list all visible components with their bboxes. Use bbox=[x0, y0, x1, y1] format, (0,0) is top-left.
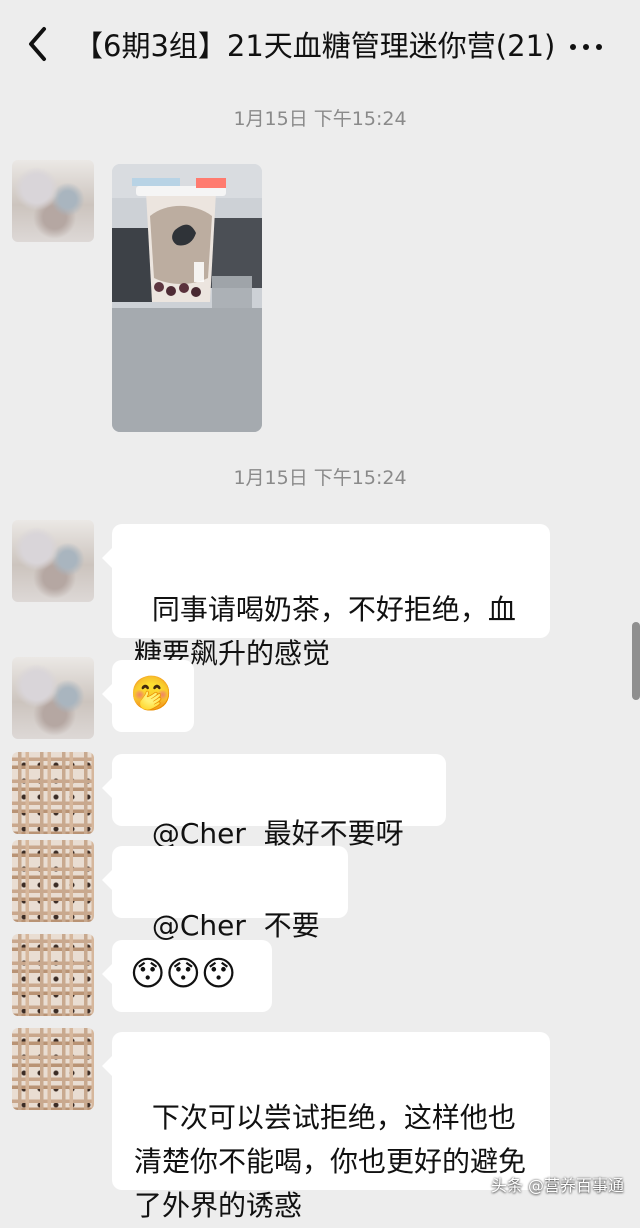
more-icon bbox=[583, 44, 589, 50]
back-arrow-icon bbox=[26, 25, 50, 67]
message-text: 下次可以尝试拒绝，这样他也清楚你不能喝，你也更好的避免了外界的诱惑 bbox=[134, 1101, 527, 1222]
chat-scrollbar[interactable] bbox=[632, 622, 640, 700]
avatar[interactable] bbox=[12, 520, 94, 602]
message-timestamp: 1月15日 下午15:24 bbox=[233, 467, 407, 489]
message-bubble[interactable]: 😯😯😯 bbox=[102, 940, 272, 1012]
message-bubble[interactable]: 下次可以尝试拒绝，这样他也清楚你不能喝，你也更好的避免了外界的诱惑 bbox=[102, 1032, 550, 1222]
message-timestamp: 1月15日 下午15:24 bbox=[233, 108, 407, 130]
back-button[interactable] bbox=[18, 24, 58, 68]
more-icon bbox=[570, 44, 576, 50]
message-bubble[interactable]: @Cher 最好不要呀😭 bbox=[102, 754, 446, 894]
avatar[interactable] bbox=[12, 934, 94, 1016]
emoji-message: 😯😯😯 bbox=[130, 954, 237, 994]
avatar[interactable] bbox=[12, 840, 94, 922]
message-bubble[interactable]: 🤭 bbox=[102, 660, 194, 732]
message-text: 同事请喝奶茶，不好拒绝，血糖要飙升的感觉 bbox=[134, 593, 516, 670]
avatar[interactable] bbox=[12, 752, 94, 834]
chat-header: 【6期3组】21天血糖管理迷你营(21) bbox=[0, 0, 640, 92]
emoji-message: 🤭 bbox=[130, 674, 173, 714]
chat-title: 【6期3组】21天血糖管理迷你营(21) bbox=[74, 29, 556, 63]
more-icon bbox=[596, 44, 602, 50]
avatar[interactable] bbox=[12, 1028, 94, 1110]
avatar[interactable] bbox=[12, 160, 94, 242]
avatar[interactable] bbox=[12, 657, 94, 739]
watermark-text: 头条 @营养百事通 bbox=[490, 1176, 624, 1195]
message-bubble[interactable]: 同事请喝奶茶，不好拒绝，血糖要飙升的感觉 bbox=[102, 524, 550, 670]
message-bubble[interactable]: @Cher 不要喝 bbox=[102, 846, 348, 986]
more-button[interactable] bbox=[562, 30, 610, 64]
image-message[interactable] bbox=[112, 164, 262, 432]
